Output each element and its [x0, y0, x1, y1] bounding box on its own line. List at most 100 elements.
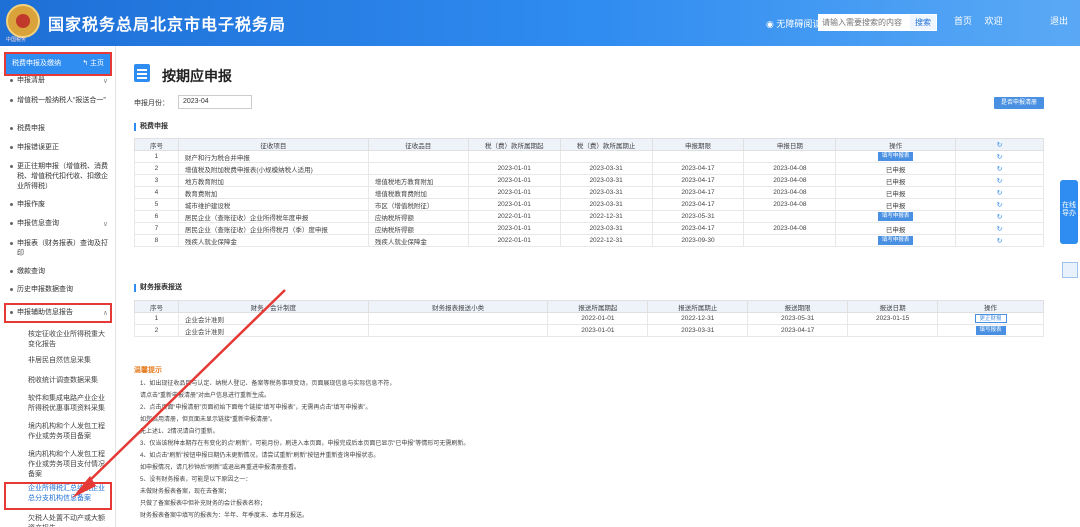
refresh-icon[interactable]: ↻ — [955, 162, 1044, 175]
barrier-free-link[interactable]: ◉ 无障碍阅读 — [766, 17, 821, 30]
table-cell: 财产和行为税合并申报 — [177, 150, 369, 163]
sidebar-subitem[interactable]: 非居民自然信息采集 — [10, 356, 110, 366]
sidebar-subitem[interactable]: 境内机构和个人发包工程作业或劳务项目支付情况备案 — [10, 450, 110, 480]
table-cell: 已申报 — [835, 162, 957, 175]
sidebar-item[interactable]: 申报表（财务报表）查询及打印 ∨ — [8, 239, 112, 259]
refresh-icon[interactable]: ↻ — [955, 234, 1044, 247]
table-cell: 增值税教育费附加 — [367, 186, 469, 199]
table-cell: 2023-04-17 — [747, 324, 849, 337]
online-guide-button[interactable]: 在线导办 — [1060, 180, 1078, 244]
home-link[interactable]: 首页 — [954, 16, 972, 26]
table-cell: 2023-03-31 — [559, 162, 653, 175]
tip-line: 只做了备案报表中但补充财务的会计报表名称； — [140, 501, 267, 507]
bullet-icon — [10, 165, 13, 168]
table-cell: 市区（增值税附征） — [367, 198, 469, 211]
refresh-icon[interactable]: ↻ — [955, 174, 1044, 187]
sidebar-subitem[interactable]: 欠税人处置不动产或大额资产报告 — [10, 514, 110, 527]
table-cell: 2023-01-01 — [467, 198, 561, 211]
search-input[interactable] — [818, 14, 910, 31]
sidebar-item[interactable]: 历史申报数据查询 — [8, 285, 112, 295]
month-picker[interactable]: 2023-04 — [178, 95, 252, 109]
table-cell — [743, 210, 837, 223]
sidebar-item[interactable]: 申报作废 — [8, 200, 112, 210]
table-cell — [467, 150, 561, 163]
column-header: 征收项目 — [177, 138, 369, 151]
page-title: 按期应申报 — [162, 68, 232, 84]
table-cell: 残疾人就业保障金 — [177, 234, 369, 247]
refresh-icon[interactable]: ↻ — [955, 210, 1044, 223]
report-action-button[interactable]: 更正财报 — [974, 314, 1007, 323]
table-cell: 2023-03-31 — [559, 174, 653, 187]
sidebar-item[interactable]: 税费申报 — [8, 124, 112, 134]
month-label: 申报月份： — [134, 100, 169, 107]
table-cell: 2023-03-31 — [559, 198, 653, 211]
table-row: 7 居民企业（查账征收）企业所得税月（季）度申报 应纳税所得额 2023-01-01 2… — [134, 222, 1044, 235]
chevron-icon: ∨ — [102, 221, 108, 228]
table-cell: 教育费附加 — [177, 186, 369, 199]
table-cell: 填写申报表 — [835, 150, 957, 163]
search-button[interactable]: 搜索 — [909, 14, 937, 31]
report-action-button[interactable]: 填写报表 — [975, 326, 1006, 335]
refresh-icon[interactable]: ↻ — [955, 186, 1044, 199]
table-cell: 2022-12-31 — [559, 234, 653, 247]
table-cell: 2023-04-17 — [651, 162, 745, 175]
table-cell: 居民企业（查账征收）企业所得税年度申报 — [177, 210, 369, 223]
table-cell: 5 — [134, 198, 179, 211]
logo-caption: 中国税务 — [6, 37, 27, 43]
sidebar-subitem[interactable]: 税收统计调查数据采集 — [10, 376, 110, 386]
user-greeting[interactable]: 欢迎 — [985, 16, 1003, 26]
fill-form-button[interactable]: 填写申报表 — [877, 152, 914, 161]
refresh-icon[interactable]: ↻ — [955, 150, 1044, 163]
table-cell: 2023-01-01 — [467, 174, 561, 187]
column-header: 报送期限 — [747, 300, 849, 313]
eye-icon: ◉ — [766, 19, 774, 29]
table-cell: 2023-04-17 — [651, 222, 745, 235]
user-service-icon[interactable] — [1062, 262, 1078, 278]
table-cell — [367, 312, 549, 325]
declaration-list-button[interactable]: 是否申报清册 — [994, 97, 1044, 109]
sidebar-item[interactable]: 申报信息查询 ∨ — [8, 219, 112, 229]
sidebar-item[interactable]: 缴款查询 — [8, 267, 112, 277]
sidebar-subitem[interactable]: 境内机构和个人发包工程作业或劳务项目备案 — [10, 422, 110, 442]
fill-form-button[interactable]: 填写申报表 — [877, 236, 914, 245]
sidebar-item[interactable]: 申报清册 ∨ — [8, 76, 112, 86]
bullet-icon — [10, 99, 13, 102]
fill-form-button[interactable]: 填写申报表 — [877, 212, 914, 221]
table-cell: 居民企业（查账征收）企业所得税月（季）度申报 — [177, 222, 369, 235]
table-cell: 2023-01-15 — [847, 312, 939, 325]
table-cell: 2022-01-01 — [547, 312, 649, 325]
bullet-icon — [10, 222, 13, 225]
table-cell: 填写报表 — [937, 324, 1044, 337]
highlight-box — [4, 482, 112, 510]
bullet-icon — [10, 203, 13, 206]
table-row: 2 增值税及附加税费申报表(小规模纳税人适用) 2023-01-01 2023-03-… — [134, 162, 1044, 175]
table-row: 8 残疾人就业保障金 残疾人就业保障金 2022-01-01 2022-12-31 202… — [134, 234, 1044, 247]
logout-link[interactable]: 退出 — [1050, 14, 1068, 27]
table-cell: 2023-04-08 — [743, 222, 837, 235]
sidebar-item-label: 税费申报 — [17, 125, 45, 132]
tip-line: 4、如点击“刷新”按钮申报日期仍未更新情况，请尝试重新“刷新”按钮并重新查询申报… — [140, 453, 380, 459]
column-header: 税（费）款所属期起 — [467, 138, 561, 151]
column-header: 税（费）款所属期止 — [559, 138, 653, 151]
table-cell: 地方教育附加 — [177, 174, 369, 187]
sidebar-item-label: 更正往期申报（增值税、消费税、增值税代扣代收、扣缴企业所得税） — [17, 163, 108, 190]
sidebar-item[interactable]: 增值税一般纳税人“报送合一” — [8, 96, 112, 106]
sidebar-item-label: 缴款查询 — [17, 268, 45, 275]
table-cell: 2023-04-17 — [651, 198, 745, 211]
refresh-icon[interactable]: ↻ — [955, 198, 1044, 211]
site-title: 国家税务总局北京市电子税务局 — [48, 17, 287, 34]
sidebar-subitem[interactable]: 软件和集成电路产业企业所得税优惠事项资料采集 — [10, 394, 110, 414]
highlight-box — [4, 303, 112, 323]
bullet-icon — [10, 270, 13, 273]
table-cell: 填写申报表 — [835, 210, 957, 223]
main-content: 按期应申报 申报月份： 2023-04 是否申报清册 税费申报 序号 征收项目 征收… — [118, 46, 1058, 527]
refresh-icon[interactable]: ↻ — [955, 222, 1044, 235]
sidebar-item[interactable]: 更正往期申报（增值税、消费税、增值税代扣代收、扣缴企业所得税） — [8, 162, 112, 192]
table-cell: 已申报 — [835, 174, 957, 187]
table-cell: 2023-01-01 — [467, 186, 561, 199]
sidebar-subitem[interactable]: 核定征收企业所得税重大变化报告 — [10, 330, 110, 350]
column-header: 申报期限 — [651, 138, 745, 151]
sidebar-item[interactable]: 申报错误更正 — [8, 143, 112, 153]
table-cell: 1 — [134, 150, 179, 163]
tip-line: 请点击“重新申报清册”对由户信息进行重新生成。 — [140, 393, 270, 399]
